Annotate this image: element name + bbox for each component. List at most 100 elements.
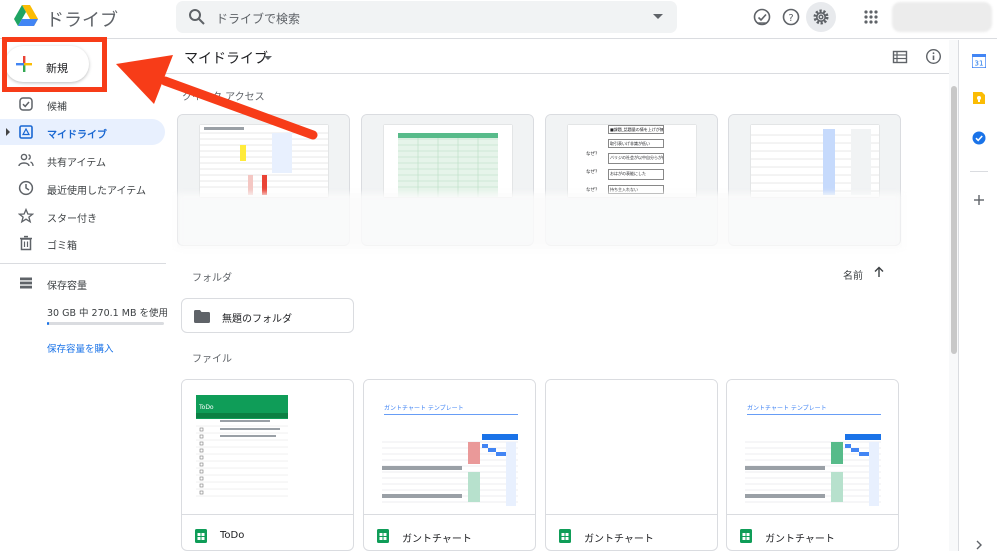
spreadsheet-preview bbox=[200, 125, 328, 197]
svg-text:?: ? bbox=[788, 13, 793, 24]
search-input[interactable]: ドライブで検索 bbox=[216, 10, 300, 27]
search-options-icon[interactable] bbox=[653, 14, 663, 19]
folder-name: 無題のフォルダ bbox=[222, 314, 292, 325]
chevron-right-icon[interactable] bbox=[972, 538, 986, 552]
spreadsheet-preview-graphic bbox=[398, 133, 498, 197]
gantt-thumb-title: ガントチャート テンプレート bbox=[384, 404, 464, 412]
calendar-icon[interactable]: 31 bbox=[972, 54, 986, 68]
offline-check-icon[interactable] bbox=[751, 6, 773, 28]
storage-bar-fill bbox=[47, 322, 49, 325]
sheets-icon bbox=[377, 529, 389, 543]
gantt-thumb-title: ガントチャート テンプレート bbox=[747, 404, 827, 412]
info-icon[interactable] bbox=[925, 48, 942, 65]
expand-caret-icon[interactable] bbox=[6, 128, 10, 136]
gear-icon bbox=[813, 9, 829, 25]
storage-usage-text: 30 GB 中 270.1 MB を使用 bbox=[47, 308, 168, 319]
spreadsheet-preview-graphic bbox=[751, 129, 879, 195]
sheets-icon bbox=[559, 529, 571, 543]
calendar-day: 31 bbox=[975, 60, 984, 68]
file-thumbnail bbox=[362, 115, 533, 197]
shared-people-icon bbox=[18, 153, 34, 167]
file-thumbnail: ガントチャート テンプレート bbox=[364, 380, 535, 514]
buy-storage-link[interactable]: 保存容量を購入 bbox=[47, 341, 114, 355]
clock-icon bbox=[18, 180, 34, 196]
side-panel: 31 bbox=[958, 40, 997, 551]
file-thumbnail bbox=[546, 380, 717, 514]
trash-icon bbox=[20, 235, 32, 251]
spreadsheet-preview-graphic bbox=[200, 127, 328, 195]
sidebar-item-label: 保存容量 bbox=[47, 281, 87, 292]
search-icon[interactable] bbox=[188, 8, 206, 26]
sidebar-item-label: マイドライブ bbox=[47, 130, 107, 141]
top-bar: ドライブ ドライブで検索 ? bbox=[0, 0, 997, 36]
todo-thumb-title: ToDo bbox=[198, 404, 214, 411]
header-divider bbox=[0, 38, 997, 39]
file-card[interactable]: ガントチャート bbox=[545, 379, 718, 551]
sidebar-item-label: 共有アイテム bbox=[47, 158, 106, 169]
main-divider bbox=[166, 73, 949, 74]
storage-bar bbox=[47, 322, 164, 325]
account-area[interactable] bbox=[892, 2, 992, 32]
file-footer: ToDo bbox=[182, 514, 353, 550]
app-brand[interactable]: ドライブ bbox=[46, 6, 118, 32]
add-addon-icon[interactable] bbox=[972, 193, 986, 207]
doc-box: バリジの社会が以中自分らが低い bbox=[608, 153, 664, 164]
quick-access-label: クイック アクセス bbox=[182, 92, 265, 103]
sheets-icon bbox=[740, 529, 752, 543]
side-panel-divider bbox=[970, 171, 988, 172]
sheets-icon bbox=[195, 529, 207, 543]
arrow-up-icon[interactable] bbox=[872, 265, 886, 279]
file-card[interactable]: ToDo ToDo bbox=[181, 379, 354, 551]
search-bar[interactable]: ドライブで検索 bbox=[176, 1, 677, 33]
spreadsheet-preview bbox=[384, 125, 512, 197]
file-footer: ガントチャート bbox=[546, 514, 717, 550]
folders-label: フォルダ bbox=[192, 273, 232, 284]
sidebar-item-label: ゴミ箱 bbox=[47, 241, 77, 252]
page-title[interactable]: マイドライブ bbox=[184, 48, 268, 68]
help-icon[interactable]: ? bbox=[780, 6, 802, 28]
gantt-sheet-preview: ガントチャート テンプレート bbox=[745, 404, 881, 506]
file-card[interactable]: ガントチャート テンプレート ガントチャート bbox=[726, 379, 899, 551]
highlight-box bbox=[2, 37, 107, 92]
tasks-icon[interactable] bbox=[972, 131, 986, 145]
file-footer: ガントチャート bbox=[727, 514, 898, 550]
sidebar-item-recent[interactable]: 最近使用したアイテム bbox=[0, 175, 165, 201]
sidebar-item-trash[interactable]: ゴミ箱 bbox=[0, 230, 165, 256]
sidebar-item-label: 最近使用したアイテム bbox=[47, 186, 146, 197]
todo-sheet-preview: ToDo bbox=[196, 395, 288, 497]
file-name: ガントチャート bbox=[765, 534, 835, 545]
settings-button[interactable] bbox=[806, 2, 836, 32]
spreadsheet-preview bbox=[751, 125, 879, 197]
check-circle-icon bbox=[19, 97, 33, 111]
file-footer: ガントチャート bbox=[364, 514, 535, 550]
sidebar-item-storage[interactable]: 保存容量 bbox=[0, 270, 165, 296]
file-name: ガントチャート bbox=[584, 534, 654, 545]
folder-item[interactable]: 無題のフォルダ bbox=[181, 298, 354, 333]
sidebar-item-shared[interactable]: 共有アイテム bbox=[0, 147, 165, 173]
file-thumbnail: ToDo bbox=[182, 380, 353, 514]
document-preview: なぜ？ なぜ？ なぜ？ ■課題_話題量の情を上げが無がない 取引表いげ非識が低い… bbox=[568, 125, 696, 197]
sidebar-item-my-drive[interactable]: マイドライブ bbox=[0, 119, 165, 145]
chevron-down-icon[interactable] bbox=[264, 56, 272, 60]
file-name: ToDo bbox=[220, 530, 245, 541]
sort-by-name-label[interactable]: 名前 bbox=[843, 267, 863, 282]
list-view-icon[interactable] bbox=[892, 49, 908, 65]
folder-icon bbox=[194, 310, 210, 323]
keep-icon[interactable] bbox=[972, 91, 986, 105]
files-label: ファイル bbox=[192, 354, 232, 365]
scrollbar-thumb[interactable] bbox=[951, 86, 957, 354]
apps-grid-icon[interactable] bbox=[860, 6, 882, 28]
sidebar-divider bbox=[0, 263, 166, 264]
sidebar-item-starred[interactable]: スター付き bbox=[0, 203, 165, 229]
why-label: なぜ？ bbox=[586, 152, 600, 157]
star-icon bbox=[18, 208, 34, 224]
file-thumbnail bbox=[178, 115, 349, 197]
sidebar-item-suggestions[interactable]: 候補 bbox=[0, 91, 165, 117]
file-name: ガントチャート bbox=[402, 534, 472, 545]
storage-icon bbox=[20, 277, 32, 289]
sidebar-item-label: 候補 bbox=[47, 102, 67, 113]
file-card[interactable]: ガントチャート テンプレート ガントチャート bbox=[363, 379, 536, 551]
drive-logo-icon[interactable] bbox=[14, 5, 38, 27]
sidebar-item-label: スター付き bbox=[47, 214, 97, 225]
gantt-sheet-preview: ガントチャート テンプレート bbox=[382, 404, 518, 506]
